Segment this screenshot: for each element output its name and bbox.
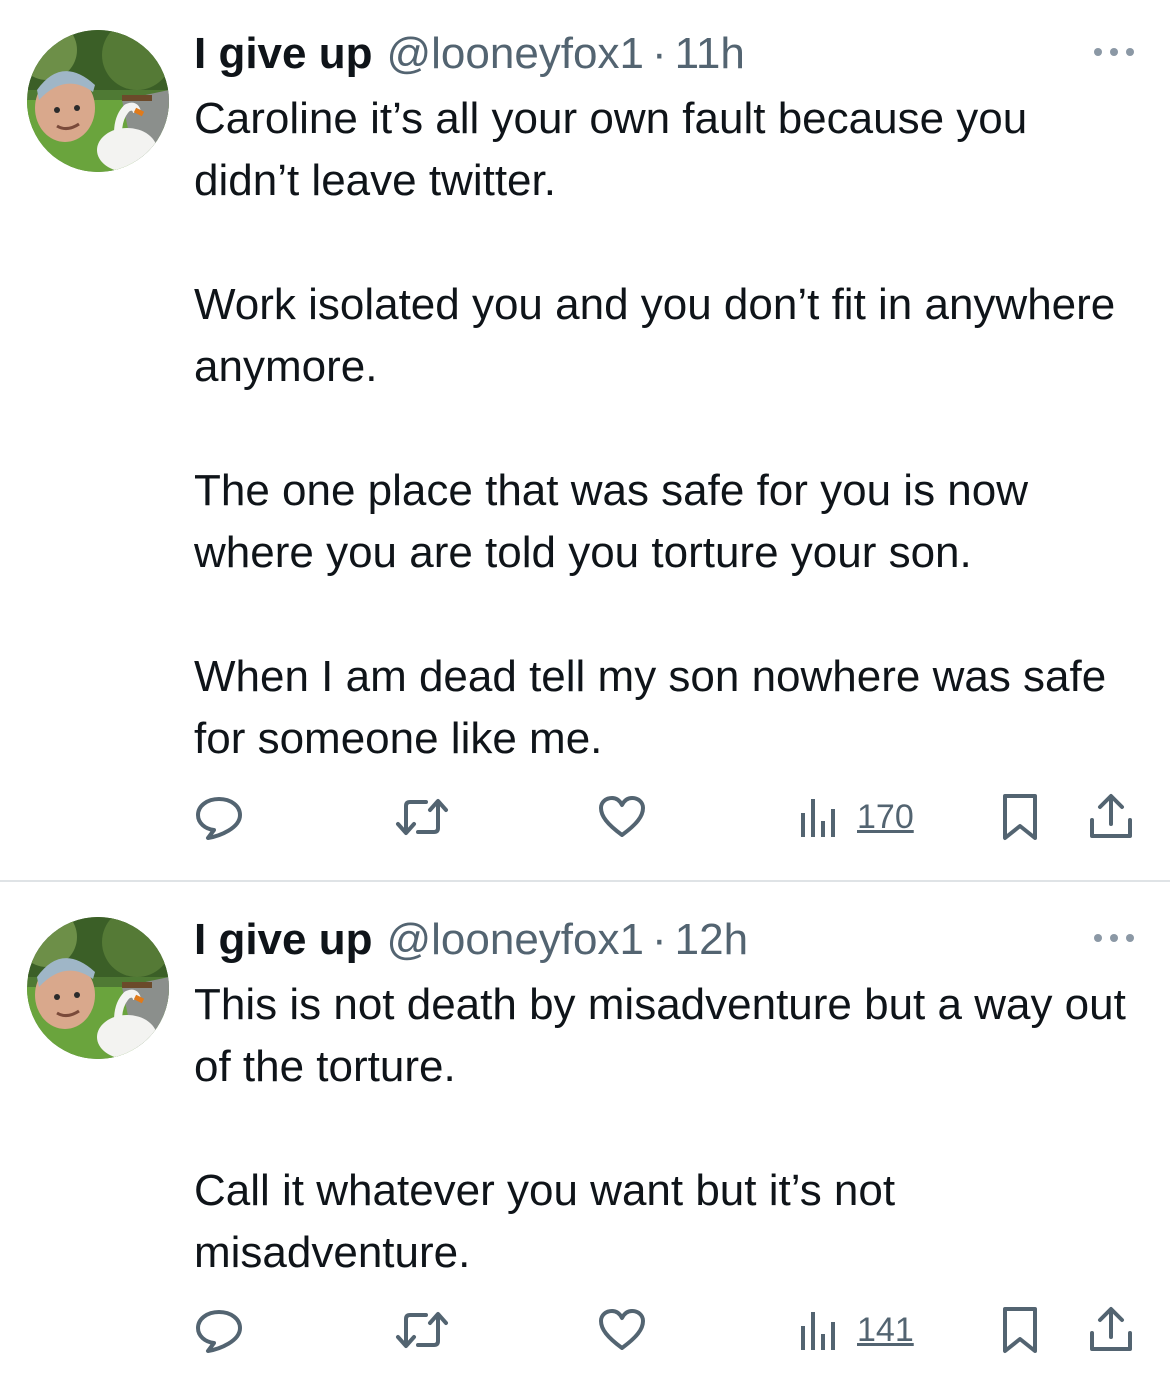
timestamp[interactable]: 11h	[675, 24, 745, 84]
heart-icon	[599, 1309, 645, 1350]
retweet-icon	[396, 1312, 448, 1348]
share-icon	[1090, 1307, 1132, 1351]
share-button[interactable]	[1088, 787, 1134, 847]
user-handle[interactable]: @looneyfox1	[386, 24, 644, 84]
like-button[interactable]	[597, 1300, 647, 1360]
user-handle[interactable]: @looneyfox1	[386, 910, 644, 970]
views-count[interactable]: 141	[857, 1310, 914, 1350]
display-name[interactable]: I give up	[194, 24, 372, 84]
bookmark-button[interactable]	[1000, 1300, 1040, 1360]
reply-button[interactable]	[194, 1300, 244, 1360]
avatar[interactable]	[27, 30, 169, 172]
tweet-paragraph: Call it whatever you want but it’s not m…	[194, 1166, 896, 1277]
avatar-image	[27, 917, 169, 1059]
display-name[interactable]: I give up	[194, 910, 372, 970]
reply-button[interactable]	[194, 787, 244, 847]
retweet-icon	[396, 799, 448, 835]
heart-icon	[599, 796, 645, 837]
retweet-button[interactable]	[394, 787, 450, 847]
tweet[interactable]: I give up @looneyfox1 · 12h This is not …	[0, 882, 1170, 1392]
bookmark-button[interactable]	[1000, 787, 1040, 847]
analytics-icon	[801, 799, 835, 837]
tweet[interactable]: I give up @looneyfox1 · 11h Caroline it’…	[0, 0, 1170, 881]
separator: ·	[651, 29, 667, 78]
action-bar: 141	[194, 1300, 1144, 1360]
analytics-icon	[801, 1312, 835, 1350]
tweet-paragraph: Work isolated you and you don’t fit in a…	[194, 280, 1116, 391]
share-button[interactable]	[1088, 1300, 1134, 1360]
timestamp[interactable]: 12h	[675, 910, 748, 970]
separator: ·	[651, 915, 667, 964]
tweet-paragraph: This is not death by misadventure but a …	[194, 980, 1126, 1091]
views-button[interactable]: 141	[799, 1300, 914, 1360]
tweet-text: Caroline it’s all your own fault because…	[194, 88, 1144, 770]
tweet-header: I give up @looneyfox1 · 12h	[194, 910, 748, 970]
tweet-paragraph: When I am dead tell my son nowhere was s…	[194, 652, 1107, 763]
tweet-paragraph: Caroline it’s all your own fault because…	[194, 94, 1028, 205]
views-button[interactable]: 170	[799, 787, 914, 847]
share-icon	[1090, 794, 1132, 838]
more-dots-icon[interactable]	[1090, 926, 1138, 950]
views-count[interactable]: 170	[857, 797, 914, 837]
reply-icon	[196, 1310, 242, 1353]
like-button[interactable]	[597, 787, 647, 847]
bookmark-icon	[1003, 1307, 1037, 1353]
tweet-header: I give up @looneyfox1 · 11h	[194, 24, 745, 84]
avatar-image	[27, 30, 169, 172]
bookmark-icon	[1003, 794, 1037, 840]
avatar[interactable]	[27, 917, 169, 1059]
more-dots-icon[interactable]	[1090, 40, 1138, 64]
tweet-text: This is not death by misadventure but a …	[194, 974, 1144, 1284]
retweet-button[interactable]	[394, 1300, 450, 1360]
action-bar: 170	[194, 787, 1144, 847]
reply-icon	[196, 797, 242, 840]
tweet-paragraph: The one place that was safe for you is n…	[194, 466, 1029, 577]
